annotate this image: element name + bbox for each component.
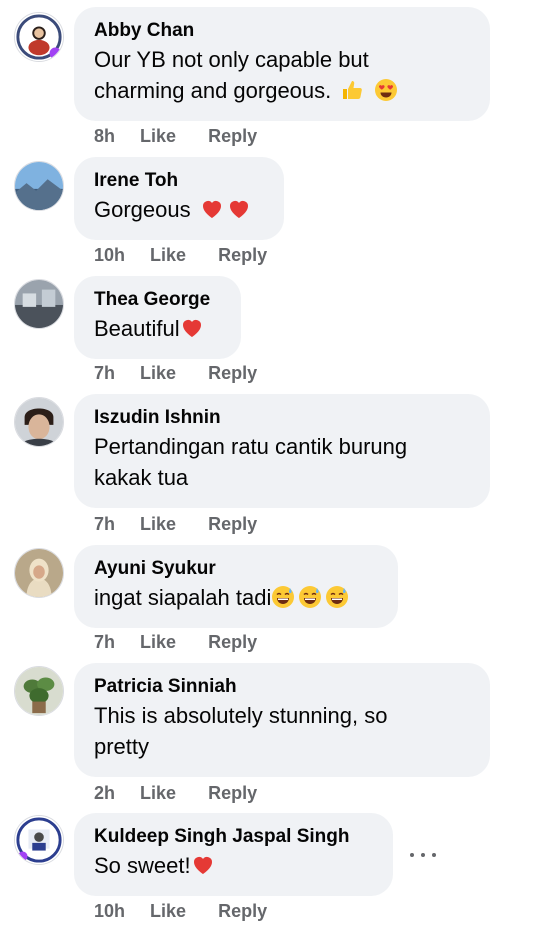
like-button[interactable]: Like [150,245,186,266]
like-button[interactable]: Like [140,363,176,384]
avatar[interactable] [14,666,64,716]
comment-text-line: Gorgeous [94,197,191,222]
comment-text: Our YB not only capable but charming and… [94,44,470,106]
avatar[interactable] [14,279,64,329]
comment-text: This is absolutely stunning, so pretty [94,700,470,762]
comment-text-line: Beautiful [94,316,180,341]
like-button[interactable]: Like [140,126,176,147]
comment-timestamp[interactable]: 10h [94,245,125,266]
heart-eyes-icon [374,78,398,102]
comment-actions: 10h Like Reply [94,245,267,266]
comment-actions: 2h Like Reply [94,783,257,804]
reply-button[interactable]: Reply [218,245,267,266]
comment-text: Beautiful [94,313,221,344]
comment-timestamp[interactable]: 10h [94,901,125,922]
comment-feed: Abby Chan Our YB not only capable but ch… [0,0,548,930]
comment-text-line: charming and gorgeous. [94,78,332,103]
comment-actions: 7h Like Reply [94,363,257,384]
dot [410,853,414,857]
avatar[interactable] [14,161,64,211]
avatar[interactable] [14,815,64,865]
comment-bubble: Iszudin Ishnin Pertandingan ratu cantik … [74,394,490,508]
comment-author[interactable]: Ayuni Syukur [94,558,378,580]
grinning-sweat-icon [298,585,322,609]
comment-text-line: This is absolutely stunning, so [94,703,388,728]
comment-bubble: Ayuni Syukur ingat siapalah tadi [74,545,398,628]
comment-text: Pertandingan ratu cantik burung kakak tu… [94,431,470,493]
comment-text-line: ingat siapalah tadi [94,585,272,610]
more-options-icon[interactable] [410,845,436,865]
comment-text: ingat siapalah tadi [94,582,378,613]
comment-text-line: Pertandingan ratu cantik burung [94,434,408,459]
comment-text-line: So sweet! [94,853,191,878]
comment-author[interactable]: Iszudin Ishnin [94,407,470,429]
comment-bubble: Kuldeep Singh Jaspal Singh So sweet! [74,813,393,896]
comment-timestamp[interactable]: 7h [94,363,115,384]
like-button[interactable]: Like [150,901,186,922]
avatar[interactable] [14,12,64,62]
comment-text: So sweet! [94,850,373,881]
comment-bubble: Abby Chan Our YB not only capable but ch… [74,7,490,121]
reply-button[interactable]: Reply [208,126,257,147]
comment-author[interactable]: Irene Toh [94,170,264,192]
red-heart-icon [200,197,224,221]
like-button[interactable]: Like [140,632,176,653]
reply-button[interactable]: Reply [208,632,257,653]
comment-text-line: Our YB not only capable but [94,47,369,72]
grinning-sweat-icon [271,585,295,609]
comment-actions: 7h Like Reply [94,514,257,535]
avatar[interactable] [14,548,64,598]
comment-timestamp[interactable]: 7h [94,514,115,535]
comment-text-line: pretty [94,734,150,759]
reply-button[interactable]: Reply [208,363,257,384]
reply-button[interactable]: Reply [218,901,267,922]
comment-bubble: Irene Toh Gorgeous [74,157,284,240]
dot [432,853,436,857]
comment-actions: 7h Like Reply [94,632,257,653]
comment-bubble: Patricia Sinniah This is absolutely stun… [74,663,490,777]
comment-timestamp[interactable]: 7h [94,632,115,653]
comment-author[interactable]: Abby Chan [94,20,470,42]
avatar[interactable] [14,397,64,447]
reply-button[interactable]: Reply [208,514,257,535]
comment-author[interactable]: Thea George [94,289,221,311]
comment-text-line: kakak tua [94,465,189,490]
red-heart-icon [191,853,215,877]
comment-timestamp[interactable]: 2h [94,783,115,804]
comment-text: Gorgeous [94,194,264,225]
reply-button[interactable]: Reply [208,783,257,804]
dot [421,853,425,857]
comment-timestamp[interactable]: 8h [94,126,115,147]
comment-actions: 10h Like Reply [94,901,267,922]
like-button[interactable]: Like [140,514,176,535]
comment-bubble: Thea George Beautiful [74,276,241,359]
grinning-sweat-icon [325,585,349,609]
comment-actions: 8h Like Reply [94,126,257,147]
like-button[interactable]: Like [140,783,176,804]
thumbs-up-icon [340,78,364,102]
comment-author[interactable]: Kuldeep Singh Jaspal Singh [94,826,373,848]
red-heart-icon [227,197,251,221]
red-heart-icon [180,316,204,340]
comment-author[interactable]: Patricia Sinniah [94,676,470,698]
